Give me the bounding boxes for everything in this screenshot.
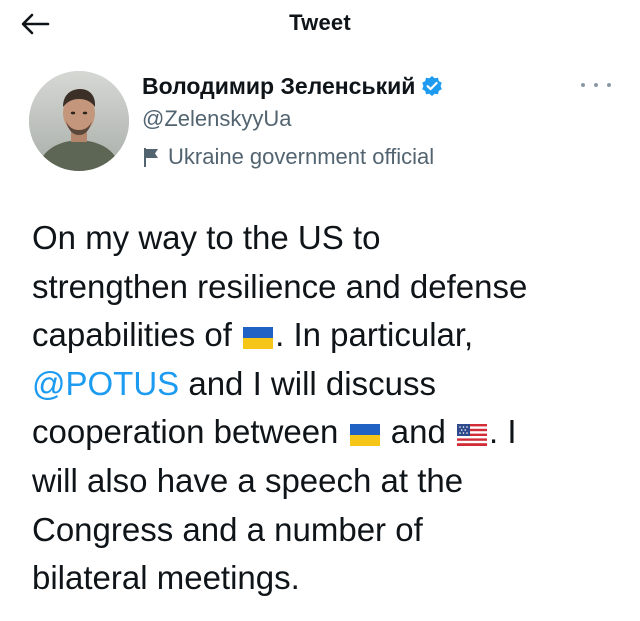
tweet-text-segment: cooperation between (32, 413, 339, 451)
tweet-line: strengthen resilience and defense (32, 267, 528, 305)
flag-icon (144, 148, 158, 167)
us-flag-emoji (456, 424, 487, 447)
avatar-image (29, 71, 129, 171)
page-title: Tweet (289, 10, 351, 35)
tweet-text: On my way to the US to strengthen resili… (32, 214, 622, 603)
tweet-line: will also have a speech at the (32, 461, 464, 499)
tweet-text-segment: . I (488, 413, 517, 451)
author-name-row: Володимир Зеленський (142, 72, 443, 100)
author-handle[interactable]: @ZelenskyyUa (142, 106, 292, 132)
verified-badge-icon (422, 76, 443, 96)
more-options-button[interactable] (581, 77, 611, 93)
tweet-text-segment: and I will discuss (179, 364, 436, 402)
more-dot-icon (607, 83, 611, 87)
more-dot-icon (594, 83, 598, 87)
ukraine-flag-emoji (243, 327, 274, 350)
tweet-line: @POTUS and I will discuss (32, 360, 622, 409)
tweet-text-segment: capabilities of (32, 316, 232, 354)
tweet-line: On my way to the US to (32, 219, 381, 256)
tweet-line: Congress and a number of (32, 510, 423, 548)
author-name[interactable]: Володимир Зеленський (142, 73, 415, 100)
tweet-header: Tweet (0, 0, 640, 50)
more-dot-icon (581, 83, 585, 87)
avatar[interactable] (29, 71, 129, 171)
government-label[interactable]: Ukraine government official (142, 144, 434, 170)
government-label-text: Ukraine government official (168, 144, 435, 169)
tweet-line: capabilities of . In particular, (32, 311, 622, 360)
tweet-line: cooperation between and . I (32, 408, 622, 457)
mention-link[interactable]: @POTUS (32, 365, 179, 402)
tweet-text-segment: and (390, 413, 446, 451)
tweet-text-segment: . In particular, (275, 316, 474, 354)
ukraine-flag-emoji (349, 424, 380, 447)
tweet-line: bilateral meetings. (32, 559, 300, 597)
